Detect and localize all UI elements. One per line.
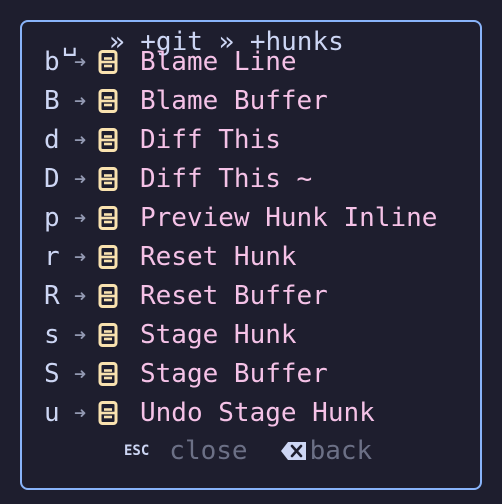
mapping-description: Undo Stage Hunk [140, 397, 375, 428]
mapping-description: Diff This [140, 124, 281, 155]
mapping-key: R [44, 280, 60, 311]
git-icon [98, 166, 140, 191]
arrow-icon: ➜ [73, 322, 87, 347]
mapping-list: b ➜ Blame Line B ➜ Blame Buffer d ➜ Diff This D ➜ D… [44, 42, 437, 432]
arrow-icon: ➜ [73, 400, 87, 425]
backspace-icon [280, 440, 308, 462]
mapping-description: Stage Hunk [140, 319, 297, 350]
git-icon [98, 322, 140, 347]
git-icon [98, 88, 140, 113]
mapping-description: Reset Buffer [140, 280, 328, 311]
arrow-icon: ➜ [73, 166, 87, 191]
git-icon [98, 205, 140, 230]
mapping-description: Reset Hunk [140, 241, 297, 272]
git-icon [98, 244, 140, 269]
arrow-icon: ➜ [73, 205, 87, 230]
mapping-row[interactable]: r ➜ Reset Hunk [44, 237, 437, 276]
mapping-row[interactable]: s ➜ Stage Hunk [44, 315, 437, 354]
mapping-key: u [44, 397, 60, 428]
mapping-row[interactable]: p ➜ Preview Hunk Inline [44, 198, 437, 237]
mapping-description: Stage Buffer [140, 358, 328, 389]
git-icon [98, 127, 140, 152]
git-icon [98, 361, 140, 386]
mapping-key: B [44, 85, 60, 116]
mapping-row[interactable]: u ➜ Undo Stage Hunk [44, 393, 437, 432]
mapping-description: Blame Line [140, 46, 297, 77]
mapping-key: p [44, 202, 60, 233]
mapping-row[interactable]: D ➜ Diff This ~ [44, 159, 437, 198]
mapping-key: r [44, 241, 60, 272]
arrow-icon: ➜ [73, 88, 87, 113]
mapping-key: s [44, 319, 60, 350]
back-hint[interactable]: back [310, 436, 373, 466]
mapping-row[interactable]: b ➜ Blame Line [44, 42, 437, 81]
mapping-row[interactable]: R ➜ Reset Buffer [44, 276, 437, 315]
popup-footer: ESC close back [124, 432, 372, 470]
mapping-key: D [44, 163, 60, 194]
git-icon [98, 49, 140, 74]
esc-key-hint: ESC [124, 443, 150, 459]
mapping-row[interactable]: B ➜ Blame Buffer [44, 81, 437, 120]
arrow-icon: ➜ [73, 49, 87, 74]
mapping-row[interactable]: d ➜ Diff This [44, 120, 437, 159]
mapping-key: b [44, 46, 60, 77]
mapping-description: Preview Hunk Inline [140, 202, 438, 233]
arrow-icon: ➜ [73, 244, 87, 269]
git-icon [98, 283, 140, 308]
arrow-icon: ➜ [73, 283, 87, 308]
arrow-icon: ➜ [73, 127, 87, 152]
mapping-row[interactable]: S ➜ Stage Buffer [44, 354, 437, 393]
mapping-description: Diff This ~ [140, 163, 313, 194]
arrow-icon: ➜ [73, 361, 87, 386]
git-icon [98, 400, 140, 425]
close-hint[interactable]: close [169, 436, 247, 466]
mapping-key: S [44, 358, 60, 389]
mapping-description: Blame Buffer [140, 85, 328, 116]
mapping-key: d [44, 124, 60, 155]
